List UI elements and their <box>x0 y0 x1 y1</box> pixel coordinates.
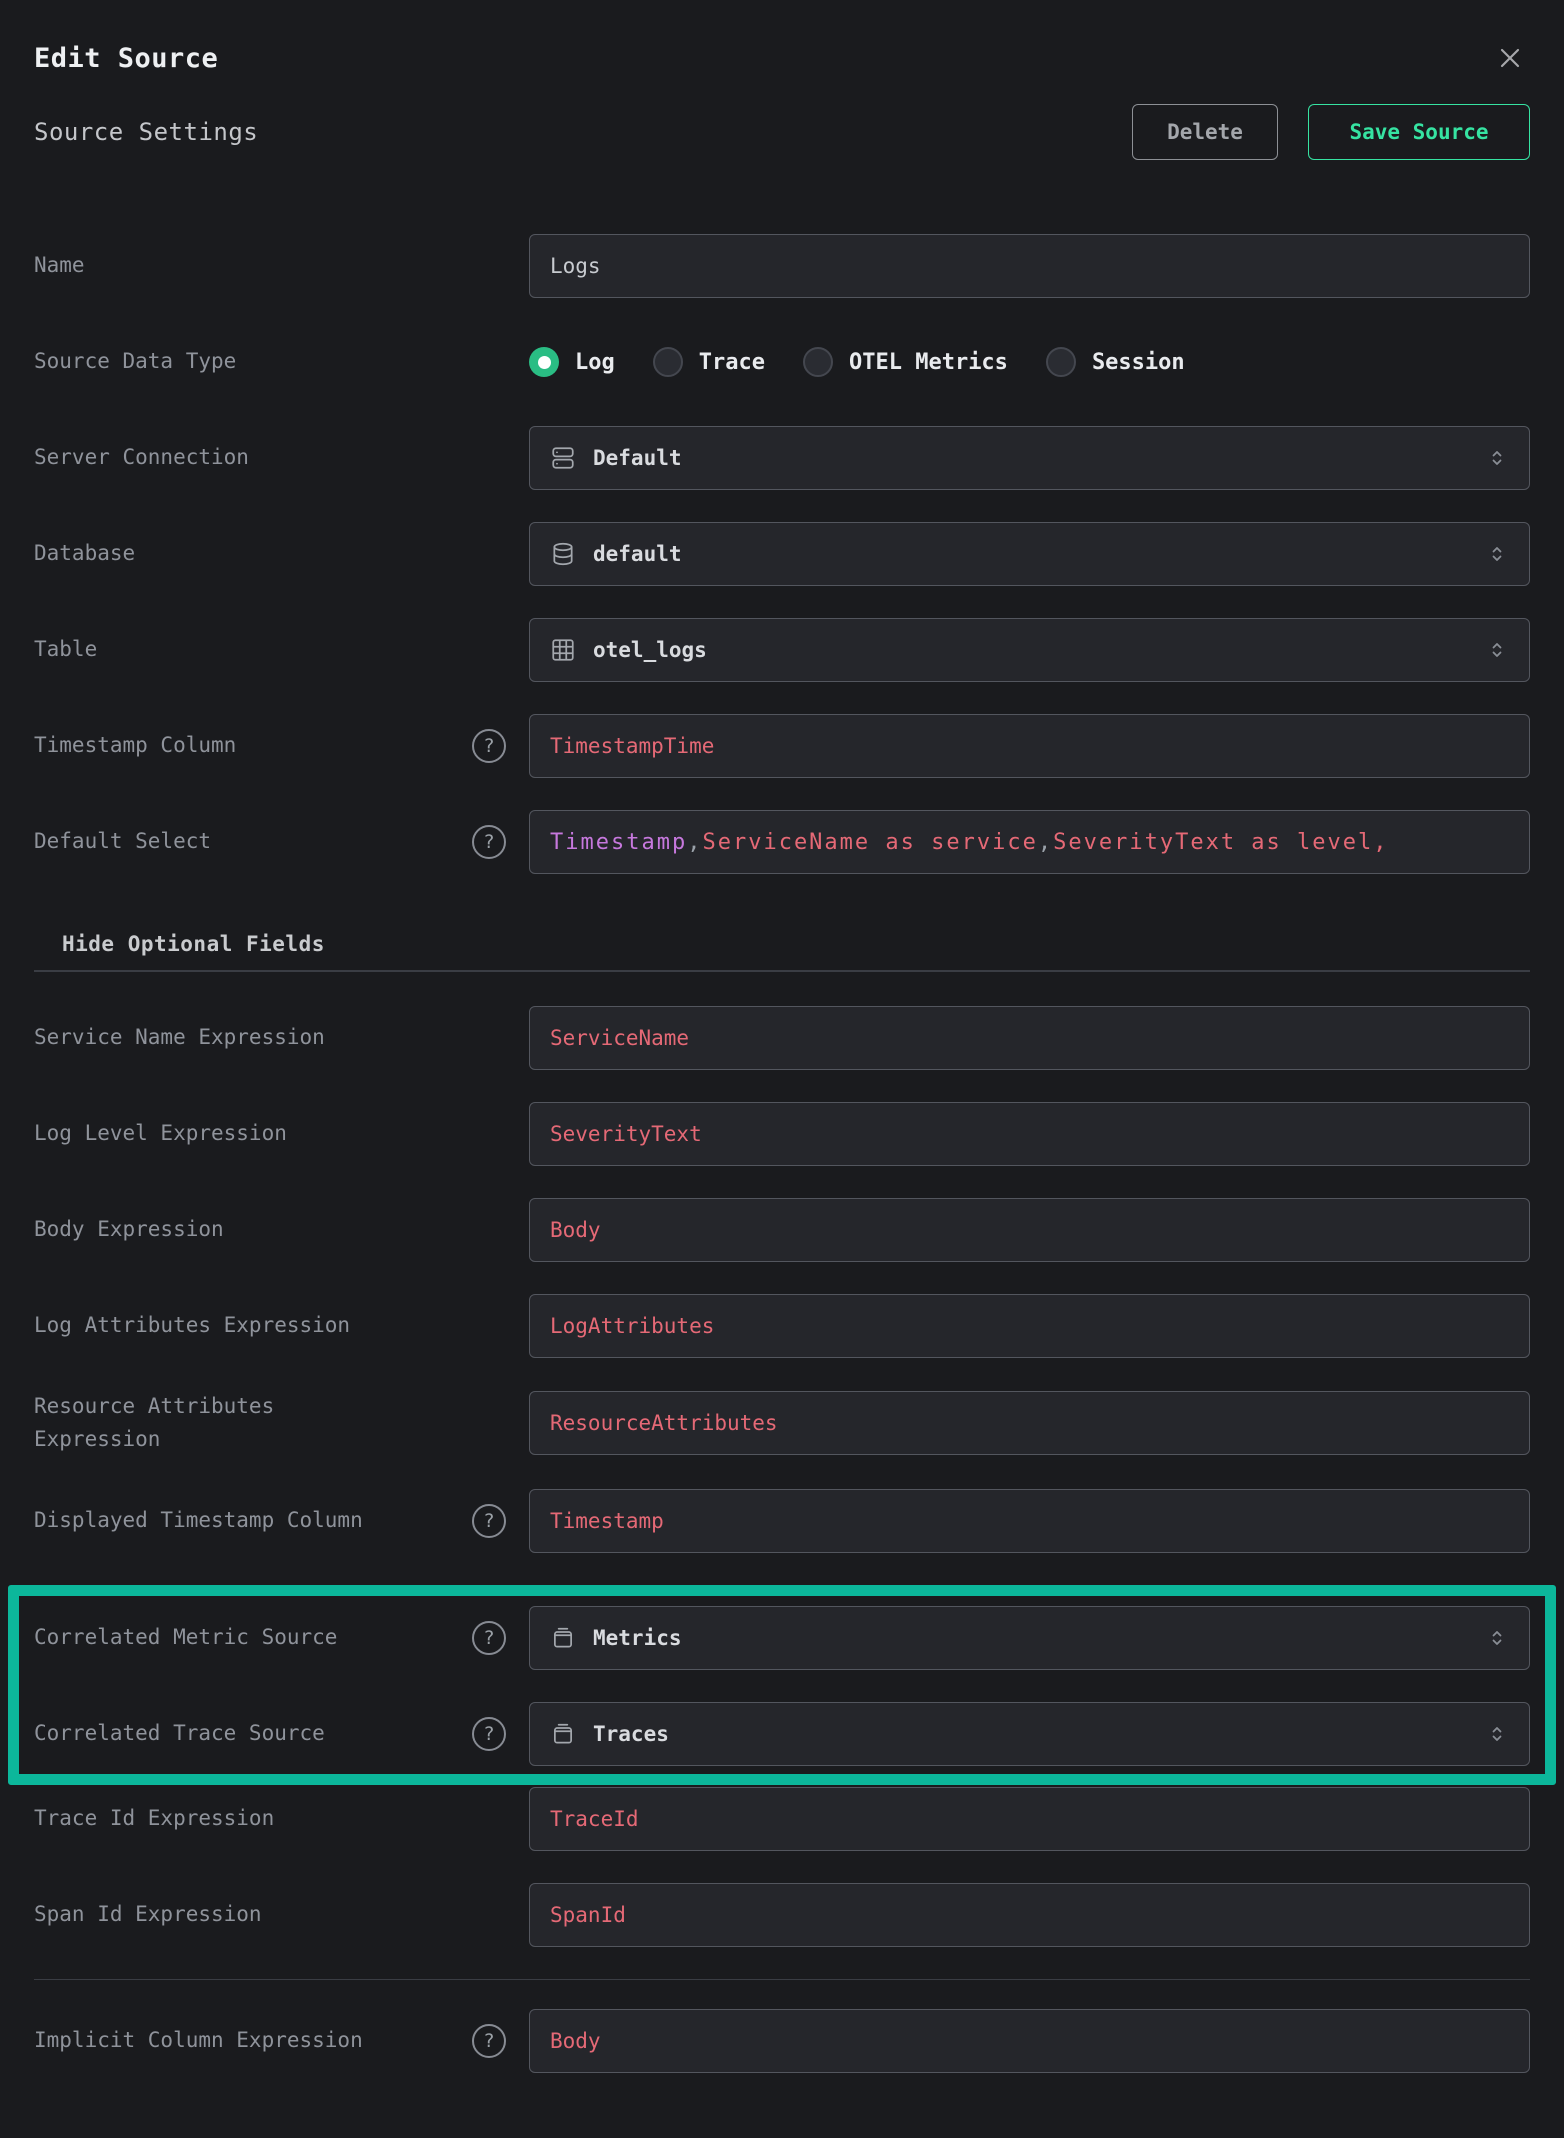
radio-option-log[interactable]: Log <box>529 347 615 377</box>
table-select[interactable]: otel_logs <box>529 618 1530 682</box>
source-data-type-row: Source Data Type Log Trace OTEL Metrics … <box>0 330 1564 394</box>
service-name-expression-row: Service Name Expression ServiceName <box>0 1006 1564 1070</box>
log-level-expression-input[interactable]: SeverityText <box>529 1102 1530 1166</box>
radio-unselected-icon <box>1046 347 1076 377</box>
table-label: Table <box>34 633 97 667</box>
correlated-metric-source-label: Correlated Metric Source <box>34 1621 337 1655</box>
help-circle-icon[interactable]: ? <box>472 2024 506 2058</box>
section-divider <box>34 970 1530 972</box>
delete-button[interactable]: Delete <box>1132 104 1278 160</box>
server-connection-label: Server Connection <box>34 441 249 475</box>
radio-unselected-icon <box>653 347 683 377</box>
correlated-metric-source-select[interactable]: Metrics <box>529 1606 1530 1670</box>
log-attributes-expression-label: Log Attributes Expression <box>34 1309 350 1343</box>
implicit-column-expression-row: Implicit Column Expression ? Body <box>0 2009 1564 2073</box>
service-name-expression-label: Service Name Expression <box>34 1021 325 1055</box>
close-icon <box>1494 42 1526 74</box>
hide-optional-fields-toggle[interactable]: Hide Optional Fields <box>0 906 1564 956</box>
name-input[interactable]: Logs <box>529 234 1530 298</box>
section-title: Source Settings <box>34 118 1132 146</box>
radio-option-otel-metrics[interactable]: OTEL Metrics <box>803 347 1008 377</box>
chevron-selector-icon <box>1485 446 1509 470</box>
trace-id-expression-label: Trace Id Expression <box>34 1802 274 1836</box>
source-settings-form: Name Logs Source Data Type Log Trace OTE… <box>0 234 1564 2073</box>
displayed-timestamp-column-row: Displayed Timestamp Column ? Timestamp <box>0 1489 1564 1553</box>
chevron-selector-icon <box>1485 1626 1509 1650</box>
database-label: Database <box>34 537 135 571</box>
resource-attributes-expression-row: Resource Attributes Expression ResourceA… <box>0 1390 1564 1457</box>
edit-source-dialog: Edit Source Source Settings Delete Save … <box>0 0 1564 2138</box>
dialog-title: Edit Source <box>34 43 218 74</box>
span-id-expression-label: Span Id Expression <box>34 1898 262 1932</box>
server-connection-row: Server Connection Default <box>0 426 1564 490</box>
database-row: Database default <box>0 522 1564 586</box>
database-cylinder-icon <box>550 541 576 567</box>
correlated-sources-highlight: Correlated Metric Source ? Metrics Corre… <box>0 1585 1564 1785</box>
chevron-selector-icon <box>1485 1722 1509 1746</box>
help-circle-icon[interactable]: ? <box>472 729 506 763</box>
implicit-column-expression-input[interactable]: Body <box>529 2009 1530 2073</box>
section-divider <box>34 1979 1530 1981</box>
archive-box-icon <box>550 1625 576 1651</box>
source-data-type-label: Source Data Type <box>34 345 236 379</box>
resource-attributes-expression-label: Resource Attributes Expression <box>34 1390 396 1457</box>
displayed-timestamp-column-label: Displayed Timestamp Column <box>34 1504 363 1538</box>
radio-selected-icon <box>529 347 559 377</box>
server-connection-select[interactable]: Default <box>529 426 1530 490</box>
table-grid-icon <box>550 637 576 663</box>
log-level-expression-row: Log Level Expression SeverityText <box>0 1102 1564 1166</box>
timestamp-column-input[interactable]: TimestampTime <box>529 714 1530 778</box>
archive-box-icon <box>550 1721 576 1747</box>
correlated-metric-source-row: Correlated Metric Source ? Metrics <box>0 1606 1564 1670</box>
log-attributes-expression-row: Log Attributes Expression LogAttributes <box>0 1294 1564 1358</box>
body-expression-input[interactable]: Body <box>529 1198 1530 1262</box>
timestamp-column-label: Timestamp Column <box>34 729 236 763</box>
implicit-column-expression-label: Implicit Column Expression <box>34 2024 363 2058</box>
table-row-field: Table otel_logs <box>0 618 1564 682</box>
log-level-expression-label: Log Level Expression <box>34 1117 287 1151</box>
trace-id-expression-row: Trace Id Expression TraceId <box>0 1787 1564 1851</box>
span-id-expression-row: Span Id Expression SpanId <box>0 1883 1564 1947</box>
database-select[interactable]: default <box>529 522 1530 586</box>
save-source-button[interactable]: Save Source <box>1308 104 1530 160</box>
help-circle-icon[interactable]: ? <box>472 825 506 859</box>
radio-unselected-icon <box>803 347 833 377</box>
trace-id-expression-input[interactable]: TraceId <box>529 1787 1530 1851</box>
body-expression-row: Body Expression Body <box>0 1198 1564 1262</box>
radio-option-session[interactable]: Session <box>1046 347 1185 377</box>
help-circle-icon[interactable]: ? <box>472 1504 506 1538</box>
span-id-expression-input[interactable]: SpanId <box>529 1883 1530 1947</box>
correlated-trace-source-row: Correlated Trace Source ? Traces <box>0 1702 1564 1766</box>
source-data-type-radio-group: Log Trace OTEL Metrics Session <box>529 347 1185 377</box>
dialog-header: Edit Source <box>0 0 1564 76</box>
help-circle-icon[interactable]: ? <box>472 1621 506 1655</box>
name-label: Name <box>34 249 85 283</box>
log-attributes-expression-input[interactable]: LogAttributes <box>529 1294 1530 1358</box>
chevron-selector-icon <box>1485 542 1509 566</box>
displayed-timestamp-column-input[interactable]: Timestamp <box>529 1489 1530 1553</box>
service-name-expression-input[interactable]: ServiceName <box>529 1006 1530 1070</box>
radio-option-trace[interactable]: Trace <box>653 347 765 377</box>
correlated-trace-source-select[interactable]: Traces <box>529 1702 1530 1766</box>
timestamp-column-row: Timestamp Column ? TimestampTime <box>0 714 1564 778</box>
name-row: Name Logs <box>0 234 1564 298</box>
source-settings-bar: Source Settings Delete Save Source <box>0 76 1564 160</box>
close-button[interactable] <box>1492 40 1528 76</box>
default-select-label: Default Select <box>34 825 211 859</box>
default-select-row: Default Select ? Timestamp, ServiceName … <box>0 810 1564 874</box>
chevron-selector-icon <box>1485 638 1509 662</box>
correlated-trace-source-label: Correlated Trace Source <box>34 1717 325 1751</box>
body-expression-label: Body Expression <box>34 1213 224 1247</box>
resource-attributes-expression-input[interactable]: ResourceAttributes <box>529 1391 1530 1455</box>
help-circle-icon[interactable]: ? <box>472 1717 506 1751</box>
server-icon <box>550 445 576 471</box>
default-select-input[interactable]: Timestamp, ServiceName as service, Sever… <box>529 810 1530 874</box>
